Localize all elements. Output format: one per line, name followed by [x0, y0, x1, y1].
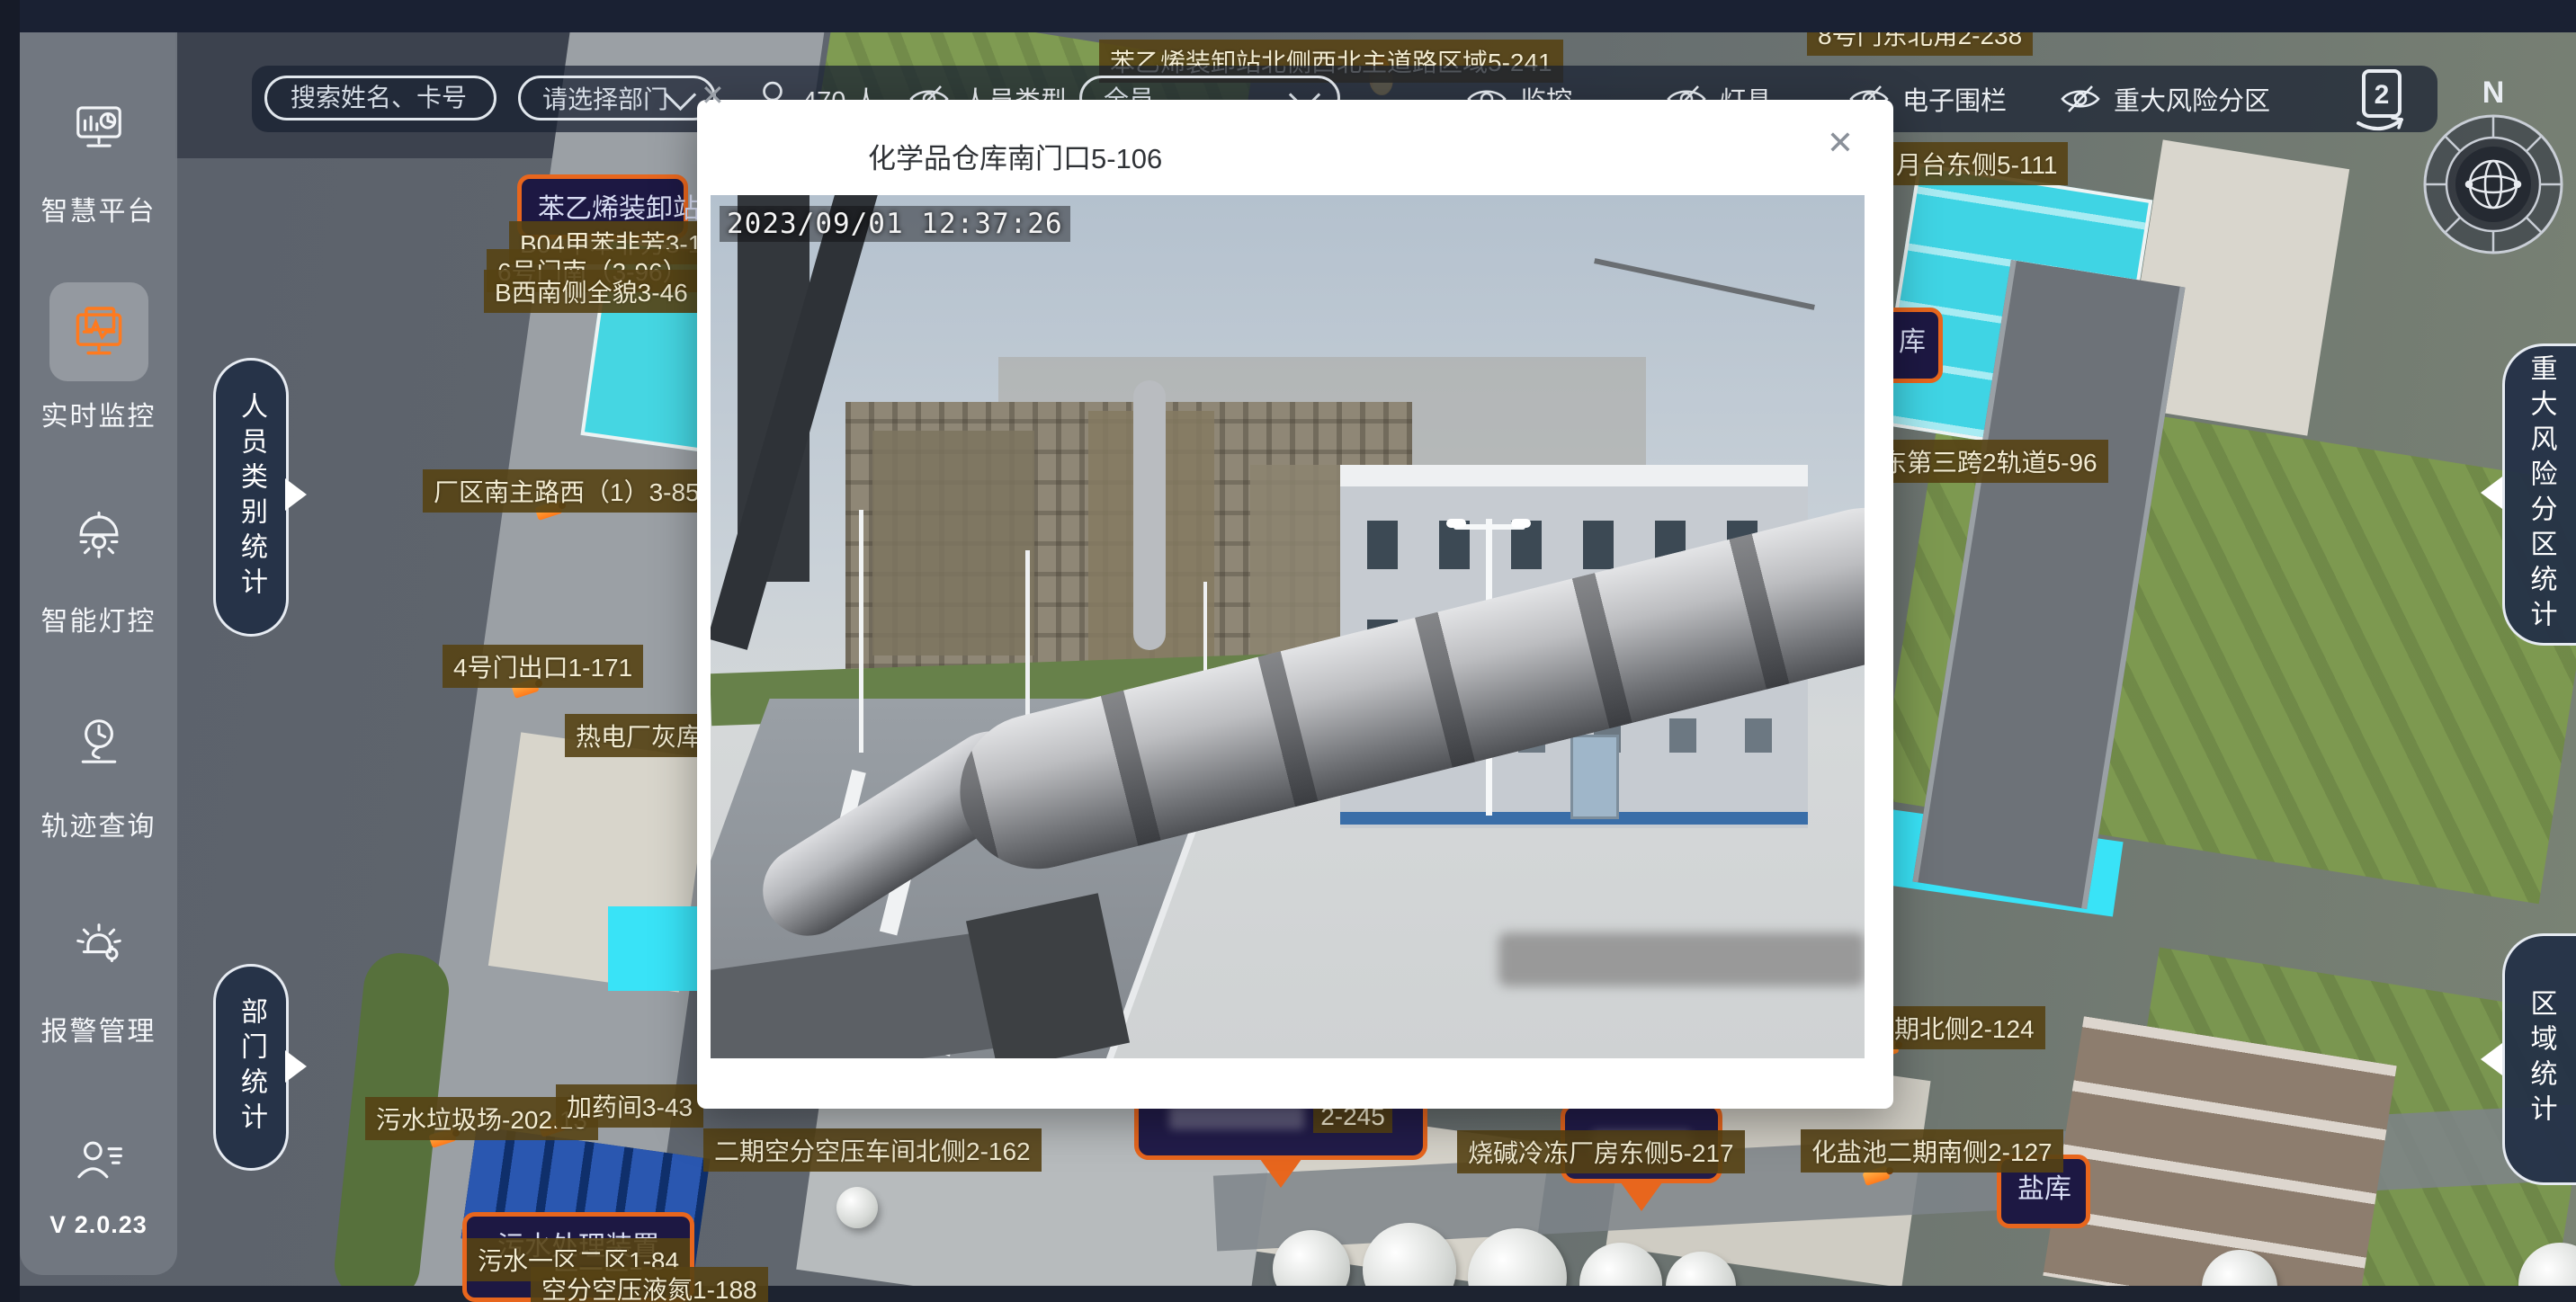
expand-arrow-icon[interactable] [285, 1050, 307, 1083]
sidebar-item-label: 实时监控 [41, 394, 157, 433]
photo-lamp-head [1446, 519, 1466, 528]
tab-major-risk-zone-stats[interactable]: 重大风险分区统计 [2502, 343, 2576, 646]
map-storage-tank [836, 1187, 878, 1228]
sidebar-item-label: 报警管理 [41, 1009, 157, 1048]
balloon-pointer [1618, 1179, 1665, 1211]
track-query-icon [49, 692, 148, 791]
camera-feed-image: 2023/09/01 12:37:26 [711, 195, 1865, 1058]
photo-door [1570, 735, 1619, 819]
screen-switch-button[interactable]: 2 [2349, 67, 2412, 132]
screen-number: 2 [2375, 80, 2390, 110]
search-input[interactable] [289, 83, 472, 113]
camera-label[interactable]: 厂区南主路西（1）3-85 [423, 469, 711, 513]
expand-arrow-icon[interactable] [285, 478, 307, 511]
photo-blur-patch [1498, 932, 1865, 986]
balloon-pointer [1257, 1155, 1304, 1188]
photo-column [1133, 380, 1166, 650]
chevron-down-icon [665, 78, 696, 110]
photo-plant-block [872, 431, 1034, 655]
camera-label[interactable]: 加药间3-43 [556, 1084, 703, 1128]
compass-dial-icon [2419, 111, 2567, 258]
sidebar-item-track-query[interactable]: 轨迹查询 [41, 692, 157, 843]
sidebar-item-personnel[interactable] [49, 1111, 148, 1210]
sidebar-item-smart-platform[interactable]: 智慧平台 [41, 77, 157, 228]
photo-building-roof [1340, 465, 1808, 486]
photo-lamp-head [1511, 519, 1531, 528]
sidebar-item-label: 智慧平台 [41, 189, 157, 228]
sidebar-item-label: 轨迹查询 [41, 804, 157, 843]
close-icon[interactable]: ✕ [1827, 127, 1854, 159]
tab-department-stats[interactable]: 部门统计 [213, 964, 289, 1171]
camera-label[interactable]: 二期空分空压车间北侧2-162 [703, 1128, 1042, 1172]
dashboard-monitor-icon [49, 77, 148, 176]
photo-crane-line [1594, 258, 1815, 310]
camera-label[interactable]: 东第三跨2轨道5-96 [1871, 440, 2108, 483]
modal-title: 化学品仓库南门口5-106 [868, 136, 1162, 176]
left-edge-bar [0, 0, 20, 1302]
expand-arrow-icon[interactable] [2481, 477, 2502, 509]
north-label: N [2419, 76, 2567, 111]
photo-lamp-pole [859, 510, 863, 753]
camera-label[interactable]: 化盐池二期南侧2-127 [1801, 1129, 2063, 1173]
department-select[interactable]: 请选择部门 [518, 76, 716, 120]
search-input-pill[interactable] [264, 76, 496, 120]
toggle-label: 重大风险分区 [2114, 80, 2270, 118]
camera-label[interactable]: 热电厂灰库 [565, 714, 712, 757]
department-select-value: 请选择部门 [542, 80, 668, 116]
smart-park-monitoring-screen: 8号门东北角2-238 苯乙烯装卸站北侧西北主道路区域5-241 月台东侧5-1… [0, 0, 2576, 1302]
sidebar-item-smart-light[interactable]: 智能灯控 [41, 487, 157, 638]
sidebar-item-alarm-manage[interactable]: 报警管理 [41, 897, 157, 1048]
smart-light-icon [49, 487, 148, 586]
camera-label[interactable]: B西南侧全貌3-46 [484, 270, 699, 313]
eye-slash-icon [2060, 85, 2101, 113]
compass[interactable]: N [2419, 76, 2567, 263]
camera-label[interactable]: 烧碱冷冻厂房东侧5-217 [1457, 1130, 1745, 1173]
camera-label[interactable]: 4号门出口1-171 [443, 645, 643, 688]
tab-personnel-category-stats[interactable]: 人员类别统计 [213, 358, 289, 637]
sidebar-item-label: 智能灯控 [41, 599, 157, 638]
toggle-label: 电子围栏 [1902, 80, 2007, 118]
person-list-icon [49, 1111, 148, 1210]
camera-timestamp: 2023/09/01 12:37:26 [720, 206, 1070, 242]
sidebar: 智慧平台 实时监控 [20, 32, 177, 1275]
tab-area-stats[interactable]: 区域统计 [2502, 933, 2576, 1185]
realtime-monitor-icon [49, 282, 148, 381]
top-bar [0, 0, 2576, 32]
toggle-major-risk-zone[interactable]: 重大风险分区 [2060, 66, 2270, 132]
clear-icon[interactable]: ✕ [701, 81, 725, 110]
expand-arrow-icon[interactable] [2481, 1043, 2502, 1075]
camera-label[interactable]: 空分空压液氮1-188 [531, 1267, 768, 1302]
alarm-manage-icon [49, 897, 148, 996]
bottom-bar [0, 1286, 2576, 1302]
sidebar-item-realtime-monitor[interactable]: 实时监控 [41, 282, 157, 433]
camera-modal: 化学品仓库南门口5-106 ✕ [697, 100, 1893, 1109]
app-version: V 2.0.23 [49, 1211, 148, 1239]
camera-label[interactable]: 月台东侧5-111 [1885, 142, 2068, 185]
